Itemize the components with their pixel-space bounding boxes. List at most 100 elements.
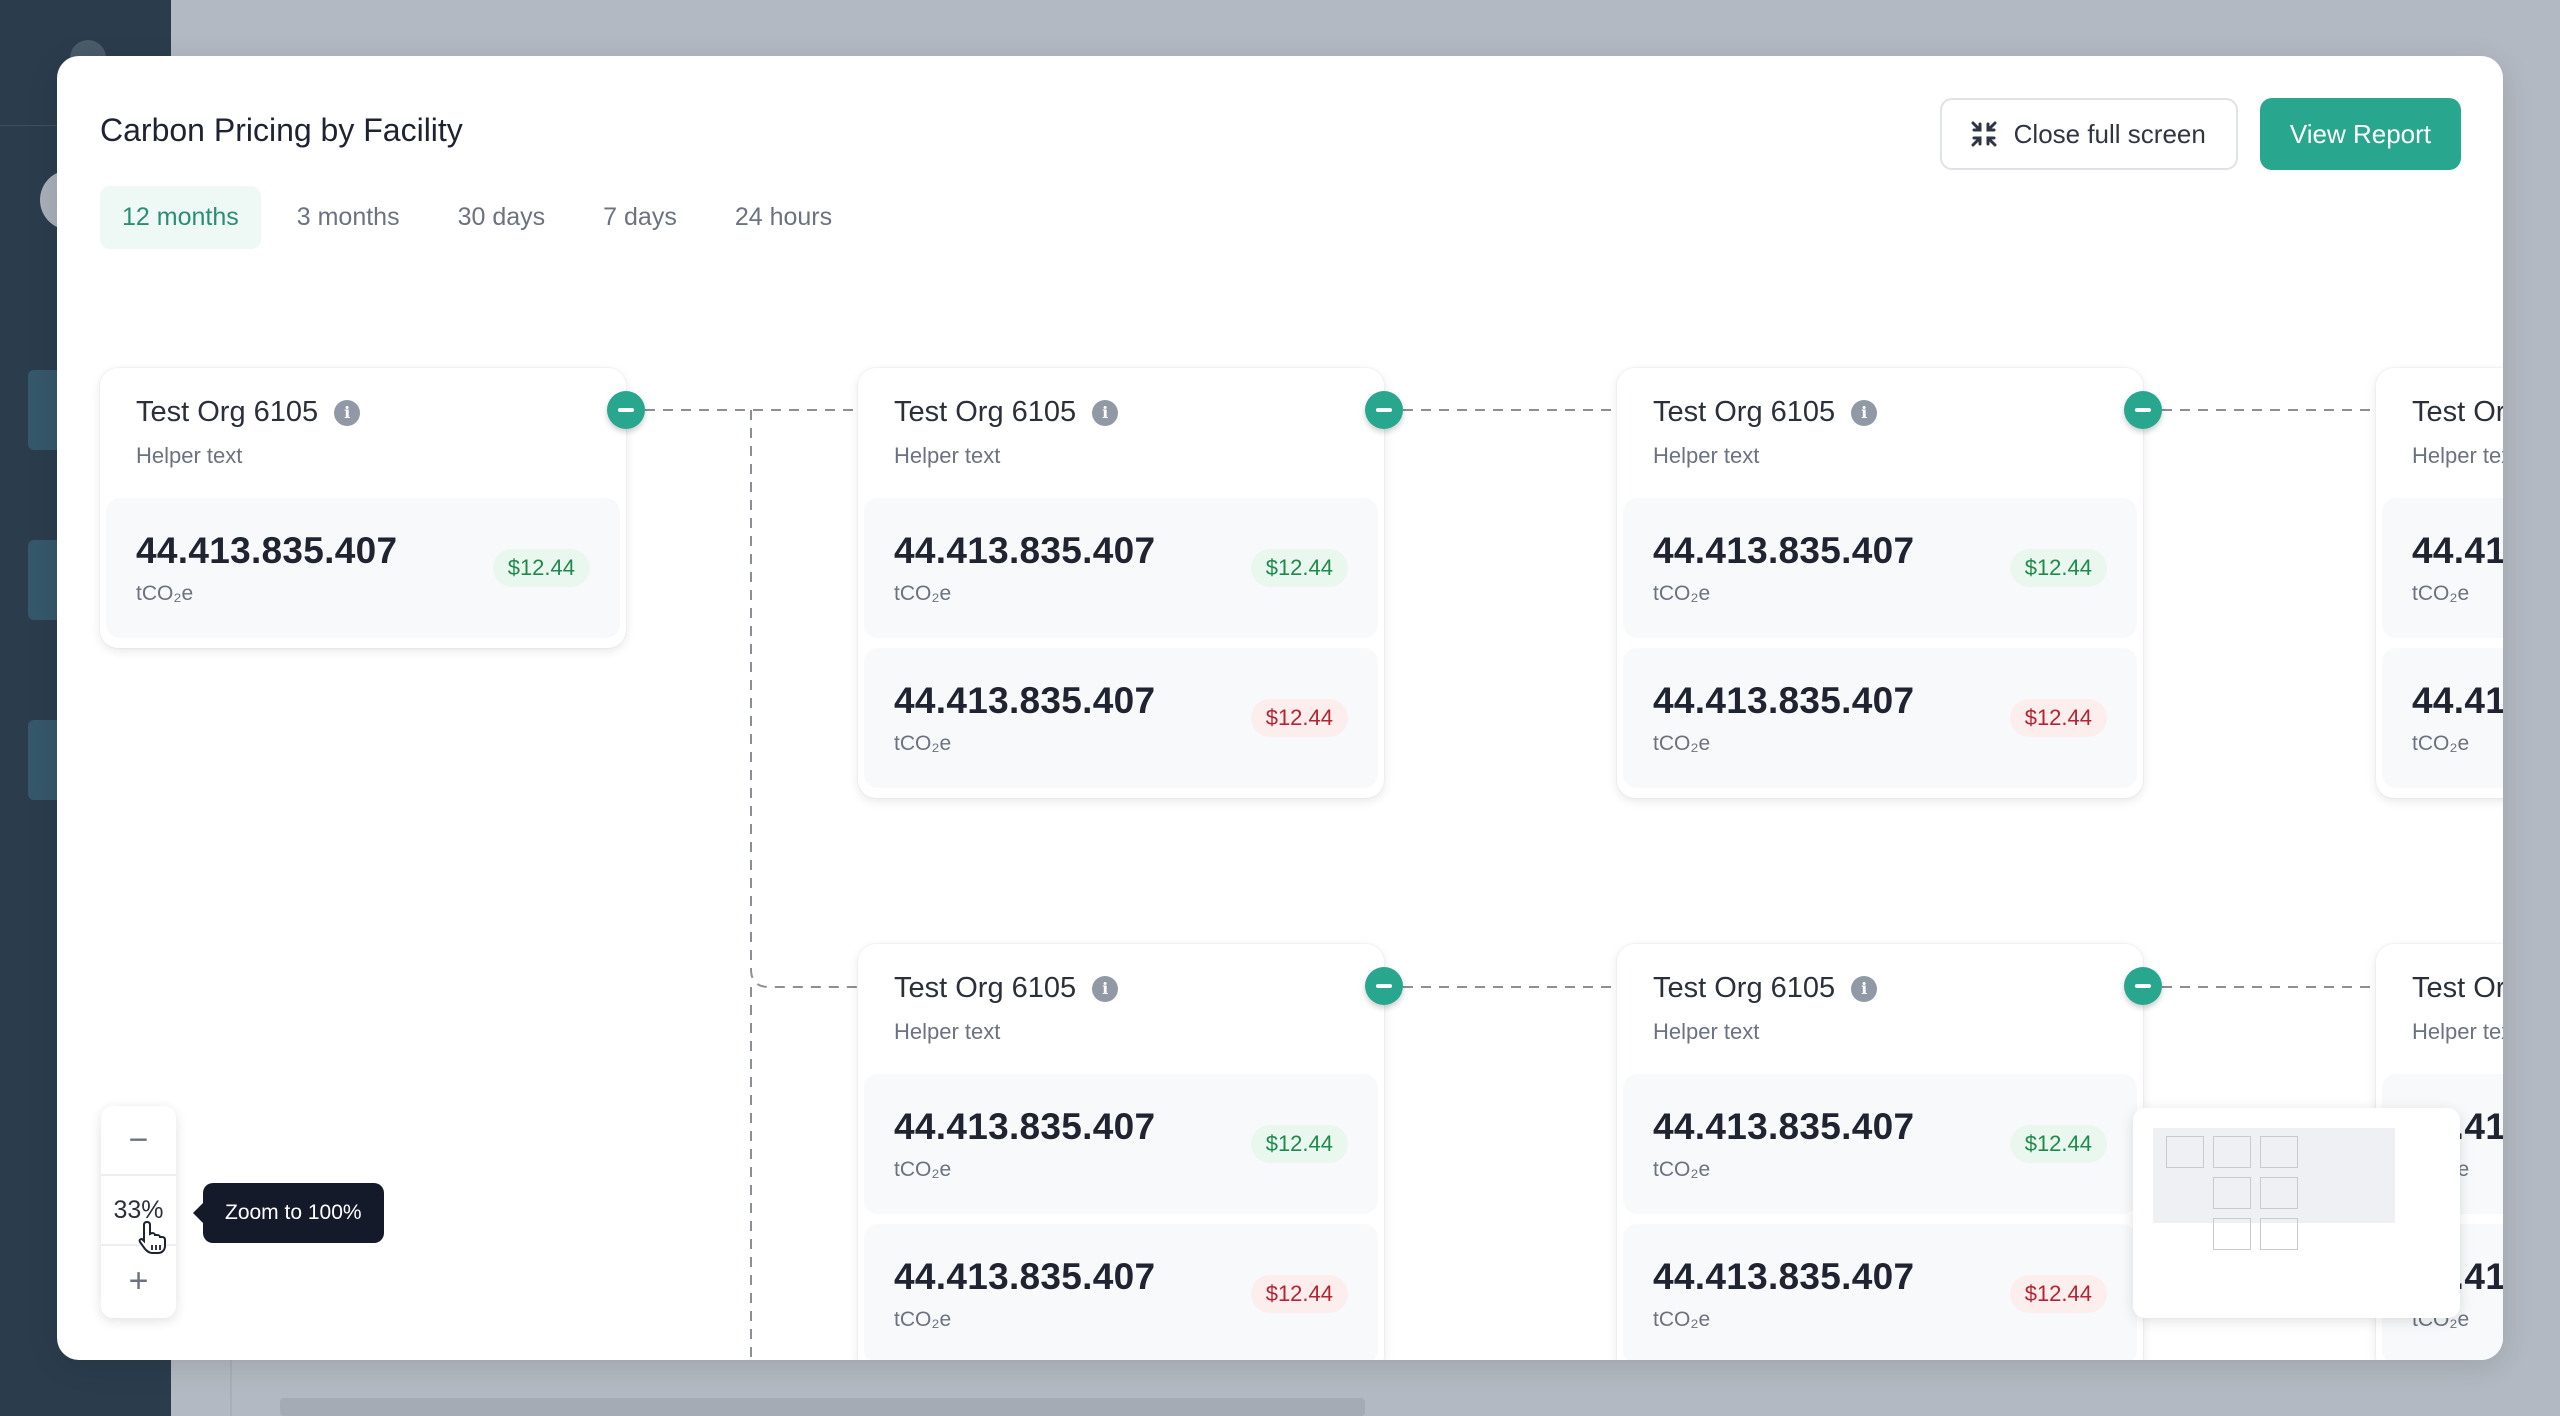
price-badge: $12.44 (2009, 549, 2107, 587)
org-node-card[interactable]: Test Org 6105 i Helper text 44.413.835.407t… (100, 368, 626, 648)
metric-row: 44.413.835.407tCO₂e$12.44 (106, 498, 620, 638)
minus-icon (1376, 984, 1392, 988)
helper-text: Helper text (136, 443, 243, 468)
org-node-card[interactable]: Test Org 6105i Helper text 44.413.835.407 t… (2376, 368, 2503, 798)
price-badge: $12.44 (1250, 699, 1348, 737)
price-badge: $12.44 (2009, 1275, 2107, 1313)
header-actions: Close full screen View Report (1939, 98, 2461, 170)
emissions-unit: tCO₂e (2412, 582, 2470, 605)
tab-30-days[interactable]: 30 days (436, 186, 568, 249)
org-name: Test Org 6105 (2412, 396, 2503, 428)
collapse-arrows-icon (1971, 121, 1997, 147)
fullscreen-modal: Test Org 6105 i Helper text 44.413.835.407 t… (57, 56, 2503, 1360)
info-icon[interactable]: i (1851, 975, 1878, 1002)
minimap-node (2166, 1136, 2204, 1168)
minimap-node (2260, 1218, 2298, 1250)
info-icon[interactable]: i (1092, 399, 1119, 426)
price-badge: $12.44 (1250, 1275, 1348, 1313)
helper-text: Helper text (1653, 443, 1760, 468)
info-icon[interactable]: i (334, 399, 361, 426)
org-name: Test Org 6105 (2412, 972, 2503, 1004)
minus-icon (2135, 984, 2151, 988)
card-header: Test Org 6105 i Helper text (1617, 368, 2143, 498)
minimap[interactable] (2133, 1108, 2460, 1318)
card-header: Test Org 6105i Helper text (2376, 368, 2503, 498)
card-title-row: Test Org 6105 i (136, 396, 590, 429)
org-node-card[interactable]: Test Org 6105 i Helper text 44.413.835.407t… (1617, 368, 2143, 798)
card-title-row: Test Org 6105i (2412, 396, 2503, 429)
emissions-unit: tCO₂e (2412, 732, 2470, 755)
metric-row: 44.413.835.407tCO₂e$12.44 (1623, 1224, 2137, 1360)
connector-line (750, 410, 858, 988)
org-name: Test Org 6105 (1653, 396, 1836, 428)
tab-3-months[interactable]: 3 months (275, 186, 422, 249)
collapse-node-button[interactable] (1365, 967, 1403, 1005)
org-node-card[interactable]: Test Org 6105 i Helper text 44.413.835.407t… (858, 944, 1384, 1360)
modal-title: Carbon Pricing by Facility (100, 112, 463, 148)
metric-row: 44.413.835.407tCO₂e$12.44 (2382, 498, 2503, 638)
zoom-controls: − 33% + (101, 1106, 176, 1318)
tab-24-hours[interactable]: 24 hours (713, 186, 854, 249)
org-node-card[interactable]: Test Org 6105 i Helper text 44.413.835.407t… (858, 368, 1384, 798)
close-fullscreen-label: Close full screen (2013, 118, 2206, 149)
collapse-node-button[interactable] (1365, 391, 1403, 429)
zoom-in-button[interactable]: + (101, 1246, 176, 1316)
emissions-value: 44.413.835.407 (2412, 680, 2503, 721)
card-title-row: Test Org 6105 i (894, 972, 1348, 1005)
metric-row: 44.413.835.407tCO₂e$12.44 (864, 648, 1378, 788)
card-header: Test Org 6105 i Helper text (858, 368, 1384, 498)
minimap-node (2213, 1136, 2251, 1168)
time-range-tabs: 12 months 3 months 30 days 7 days 24 hou… (100, 186, 868, 249)
close-fullscreen-button[interactable]: Close full screen (1939, 98, 2238, 170)
zoom-tooltip: Zoom to 100% (193, 1183, 384, 1243)
metric-row: 44.413.835.407tCO₂e$12.44 (1623, 1074, 2137, 1214)
metric-row: 44.413.835.407tCO₂e$12.44 (1623, 648, 2137, 788)
card-header: Test Org 6105 i Helper text (100, 368, 626, 498)
org-node-card[interactable]: Test Org 6105 i Helper text 44.413.835.407t… (1617, 944, 2143, 1360)
view-report-button[interactable]: View Report (2259, 98, 2461, 170)
hand-cursor-icon (138, 1220, 166, 1254)
zoom-out-button[interactable]: − (101, 1106, 176, 1176)
info-icon[interactable]: i (1092, 975, 1119, 1002)
org-name: Test Org 6105 (1653, 972, 1836, 1004)
tab-7-days[interactable]: 7 days (581, 186, 699, 249)
org-name: Test Org 6105 (136, 396, 319, 428)
plus-icon: + (128, 1261, 149, 1300)
collapse-node-button[interactable] (2124, 391, 2162, 429)
price-badge: $12.44 (2009, 1125, 2107, 1163)
minus-icon (2135, 408, 2151, 412)
card-header: Test Org 6105i Helper text (2376, 944, 2503, 1074)
price-badge: $12.44 (1250, 549, 1348, 587)
card-header: Test Org 6105 i Helper text (858, 944, 1384, 1074)
card-header: Test Org 6105 i Helper text (1617, 944, 2143, 1074)
minimap-node (2213, 1177, 2251, 1209)
metric-row: 44.413.835.407tCO₂e$12.44 (864, 1224, 1378, 1360)
minus-icon: − (128, 1120, 149, 1159)
helper-text: Helper text (2412, 443, 2503, 468)
minimap-node (2213, 1218, 2251, 1250)
org-name: Test Org 6105 (894, 396, 1077, 428)
price-badge: $12.44 (492, 549, 590, 587)
helper-text: Helper text (2412, 1019, 2503, 1044)
minus-icon (1376, 408, 1392, 412)
collapse-node-button[interactable] (607, 391, 645, 429)
info-icon[interactable]: i (1851, 399, 1878, 426)
card-title-row: Test Org 6105 i (1653, 972, 2107, 1005)
helper-text: Helper text (894, 443, 1001, 468)
card-title-row: Test Org 6105 i (894, 396, 1348, 429)
minus-icon (618, 408, 634, 412)
tab-12-months[interactable]: 12 months (100, 186, 261, 249)
metric-row: 44.413.835.407tCO₂e$12.44 (864, 498, 1378, 638)
background-scrollbar (280, 1398, 1365, 1416)
card-title-row: Test Org 6105i (2412, 972, 2503, 1005)
collapse-node-button[interactable] (2124, 967, 2162, 1005)
helper-text: Helper text (894, 1019, 1001, 1044)
emissions-value: 44.413.835.407 (2412, 530, 2503, 571)
metric-row: 44.413.835.407tCO₂e$12.44 (1623, 498, 2137, 638)
org-name: Test Org 6105 (894, 972, 1077, 1004)
helper-text: Helper text (1653, 1019, 1760, 1044)
metric-row: 44.413.835.407tCO₂e$12.44 (2382, 648, 2503, 788)
minimap-node (2260, 1177, 2298, 1209)
minimap-node (2260, 1136, 2298, 1168)
card-title-row: Test Org 6105 i (1653, 396, 2107, 429)
